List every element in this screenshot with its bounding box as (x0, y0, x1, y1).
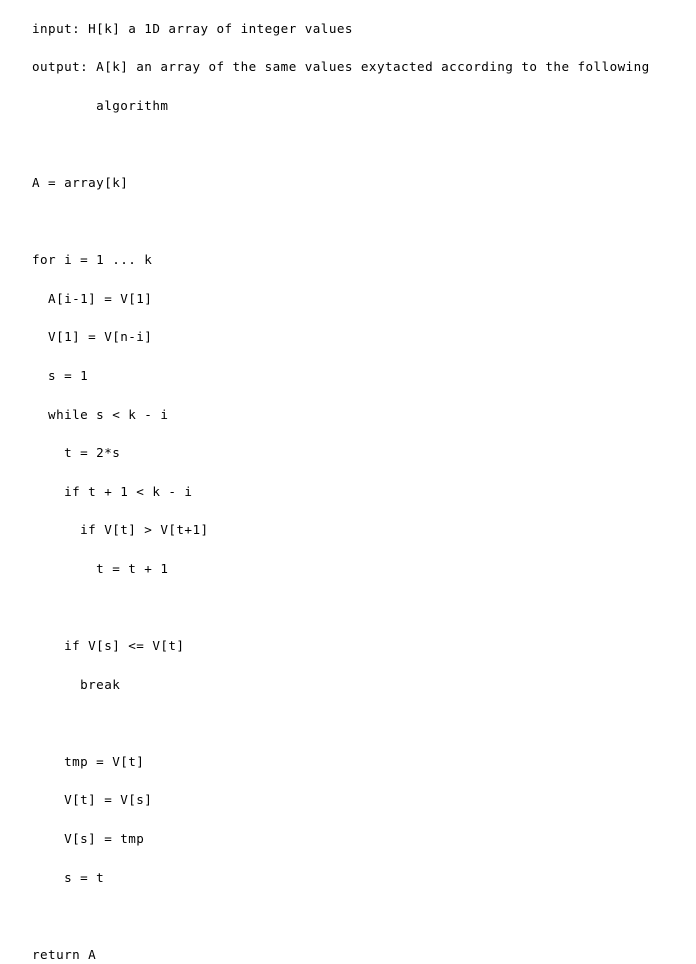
code-line: A = array[k] (32, 174, 129, 190)
code-line: break (32, 676, 121, 692)
code-line: V[1] = V[n-i] (32, 329, 153, 345)
code-line: output: A[k] an array of the same values… (32, 59, 650, 75)
code-line: tmp = V[t] (32, 753, 145, 769)
code-line: return A (32, 946, 97, 962)
code-line: if V[t] > V[t+1] (32, 522, 209, 538)
code-line: s = 1 (32, 367, 89, 383)
pseudocode-listing: input: H[k] a 1D array of integer values… (32, 19, 688, 964)
code-line: V[s] = tmp (32, 831, 145, 847)
code-line: while s < k - i (32, 406, 169, 422)
code-line: t = 2*s (32, 445, 121, 461)
code-line: V[t] = V[s] (32, 792, 153, 808)
code-line: if t + 1 < k - i (32, 483, 193, 499)
code-line: input: H[k] a 1D array of integer values (32, 20, 353, 36)
code-line: for i = 1 ... k (32, 252, 153, 268)
code-line: t = t + 1 (32, 560, 169, 576)
code-line: s = t (32, 869, 105, 885)
code-line: A[i-1] = V[1] (32, 290, 153, 306)
code-line: algorithm (32, 97, 169, 113)
code-line: if V[s] <= V[t] (32, 638, 185, 654)
